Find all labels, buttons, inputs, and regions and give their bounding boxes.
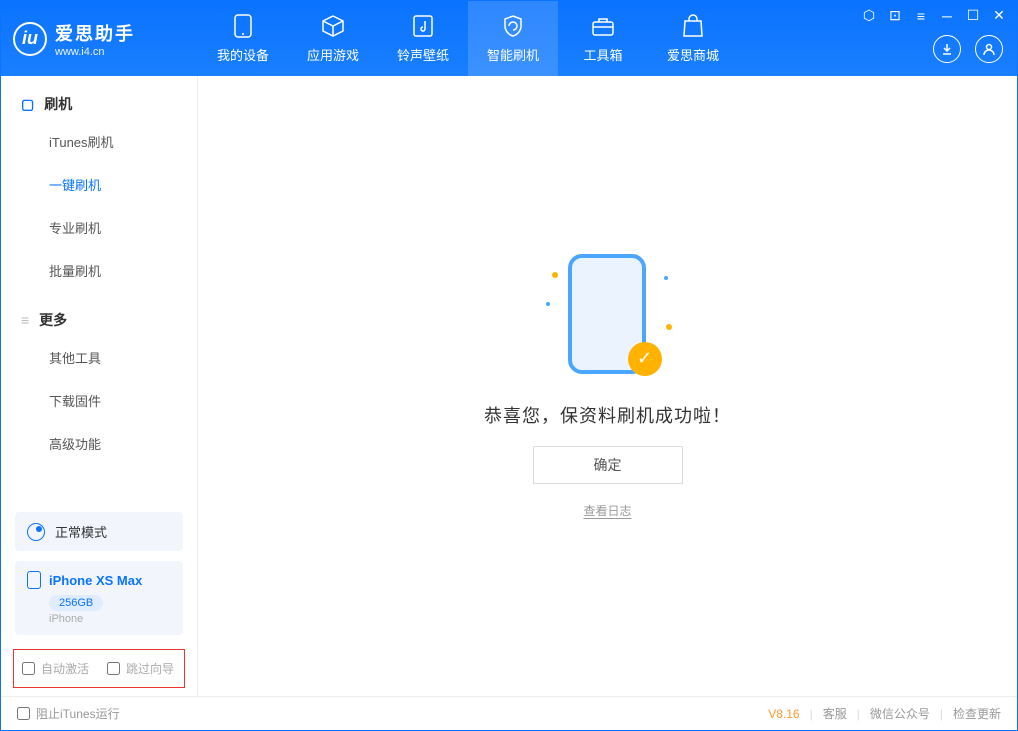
device-box[interactable]: iPhone XS Max 256GB iPhone	[15, 561, 183, 635]
checkbox-auto-activate[interactable]: 自动激活	[22, 660, 89, 677]
close-button[interactable]: ✕	[991, 7, 1007, 24]
device-icon: ▢	[21, 96, 34, 113]
checkbox-skip-guide[interactable]: 跳过向导	[107, 660, 174, 677]
check-badge-icon: ✓	[628, 342, 662, 376]
wechat-link[interactable]: 微信公众号	[870, 705, 930, 722]
menu-icon[interactable]: ≡	[913, 8, 929, 24]
sidebar-item-download-firmware[interactable]: 下载固件	[1, 379, 197, 422]
sidebar-item-oneclick-flash[interactable]: 一键刷机	[1, 163, 197, 206]
window-controls: ⬡ ⊡ ≡ ─ ☐ ✕	[861, 7, 1007, 24]
options-row: 自动激活 跳过向导	[13, 649, 185, 688]
tab-label: 工具箱	[583, 45, 622, 64]
check-update-link[interactable]: 检查更新	[953, 705, 1001, 722]
tab-toolbox[interactable]: 工具箱	[558, 1, 648, 76]
title-bar: iu 爱思助手 www.i4.cn 我的设备 应用游戏 铃声壁纸 智能刷机	[1, 1, 1017, 76]
toolbox-icon	[590, 13, 616, 39]
version-label: V8.16	[768, 707, 799, 721]
tab-label: 我的设备	[217, 45, 269, 64]
app-url: www.i4.cn	[55, 46, 135, 58]
success-illustration: ✓	[548, 254, 668, 384]
sidebar-section-more: ≡ 更多	[1, 292, 197, 336]
view-log-link[interactable]: 查看日志	[583, 502, 631, 519]
checkbox-label: 自动激活	[41, 660, 89, 677]
tab-ringtones-wallpapers[interactable]: 铃声壁纸	[378, 1, 468, 76]
music-icon	[410, 13, 436, 39]
sparkle-icon	[664, 276, 668, 280]
sidebar: ▢ 刷机 iTunes刷机 一键刷机 专业刷机 批量刷机 ≡ 更多 其他工具 下…	[1, 76, 198, 696]
separator: |	[810, 707, 813, 721]
nav-tabs: 我的设备 应用游戏 铃声壁纸 智能刷机 工具箱 爱思商城	[198, 1, 738, 76]
sidebar-item-pro-flash[interactable]: 专业刷机	[1, 206, 197, 249]
device-name: iPhone XS Max	[49, 573, 142, 588]
status-bar: 阻止iTunes运行 V8.16 | 客服 | 微信公众号 | 检查更新	[1, 696, 1017, 730]
storage-badge: 256GB	[49, 595, 103, 611]
minimize-button[interactable]: ─	[939, 8, 955, 24]
device-type: iPhone	[49, 613, 171, 625]
sidebar-item-batch-flash[interactable]: 批量刷机	[1, 249, 197, 292]
lock-icon[interactable]: ⊡	[887, 7, 903, 24]
app-window: iu 爱思助手 www.i4.cn 我的设备 应用游戏 铃声壁纸 智能刷机	[0, 0, 1018, 731]
main-content: ✓ 恭喜您，保资料刷机成功啦！ 确定 查看日志	[198, 76, 1017, 696]
phone-small-icon	[27, 571, 41, 589]
app-name: 爱思助手	[55, 20, 135, 46]
cube-icon	[320, 13, 346, 39]
customer-service-link[interactable]: 客服	[823, 705, 847, 722]
logo-icon: iu	[13, 22, 47, 56]
ok-button[interactable]: 确定	[533, 446, 683, 484]
download-button[interactable]	[933, 35, 961, 63]
shield-refresh-icon	[500, 13, 526, 39]
sidebar-section-flash: ▢ 刷机	[1, 76, 197, 120]
tab-label: 铃声壁纸	[397, 45, 449, 64]
phone-icon	[230, 13, 256, 39]
checkbox-input[interactable]	[107, 662, 120, 675]
sidebar-item-advanced[interactable]: 高级功能	[1, 422, 197, 465]
sparkle-icon	[552, 272, 558, 278]
logo-area: iu 爱思助手 www.i4.cn	[13, 20, 198, 58]
sparkle-icon	[666, 324, 672, 330]
user-button[interactable]	[975, 35, 1003, 63]
bag-icon	[680, 13, 706, 39]
sidebar-item-other-tools[interactable]: 其他工具	[1, 336, 197, 379]
mode-icon	[27, 523, 45, 541]
block-itunes-label: 阻止iTunes运行	[36, 705, 120, 722]
tab-smart-flash[interactable]: 智能刷机	[468, 1, 558, 76]
tab-label: 应用游戏	[307, 45, 359, 64]
tshirt-icon[interactable]: ⬡	[861, 7, 877, 24]
logo-text: 爱思助手 www.i4.cn	[55, 20, 135, 58]
section-label: 更多	[39, 310, 67, 330]
separator: |	[857, 707, 860, 721]
tab-label: 智能刷机	[487, 45, 539, 64]
tab-store[interactable]: 爱思商城	[648, 1, 738, 76]
checkbox-input[interactable]	[22, 662, 35, 675]
mode-box[interactable]: 正常模式	[15, 512, 183, 551]
success-message: 恭喜您，保资料刷机成功啦！	[484, 402, 731, 428]
mode-label: 正常模式	[55, 522, 107, 541]
list-icon: ≡	[21, 312, 29, 328]
tab-my-device[interactable]: 我的设备	[198, 1, 288, 76]
sidebar-item-itunes-flash[interactable]: iTunes刷机	[1, 120, 197, 163]
sparkle-icon	[546, 302, 550, 306]
checkbox-block-itunes[interactable]	[17, 707, 30, 720]
tab-apps-games[interactable]: 应用游戏	[288, 1, 378, 76]
maximize-button[interactable]: ☐	[965, 7, 981, 24]
section-label: 刷机	[44, 94, 72, 114]
tab-label: 爱思商城	[667, 45, 719, 64]
separator: |	[940, 707, 943, 721]
user-controls	[933, 35, 1003, 63]
body-area: ▢ 刷机 iTunes刷机 一键刷机 专业刷机 批量刷机 ≡ 更多 其他工具 下…	[1, 76, 1017, 696]
checkbox-label: 跳过向导	[126, 660, 174, 677]
